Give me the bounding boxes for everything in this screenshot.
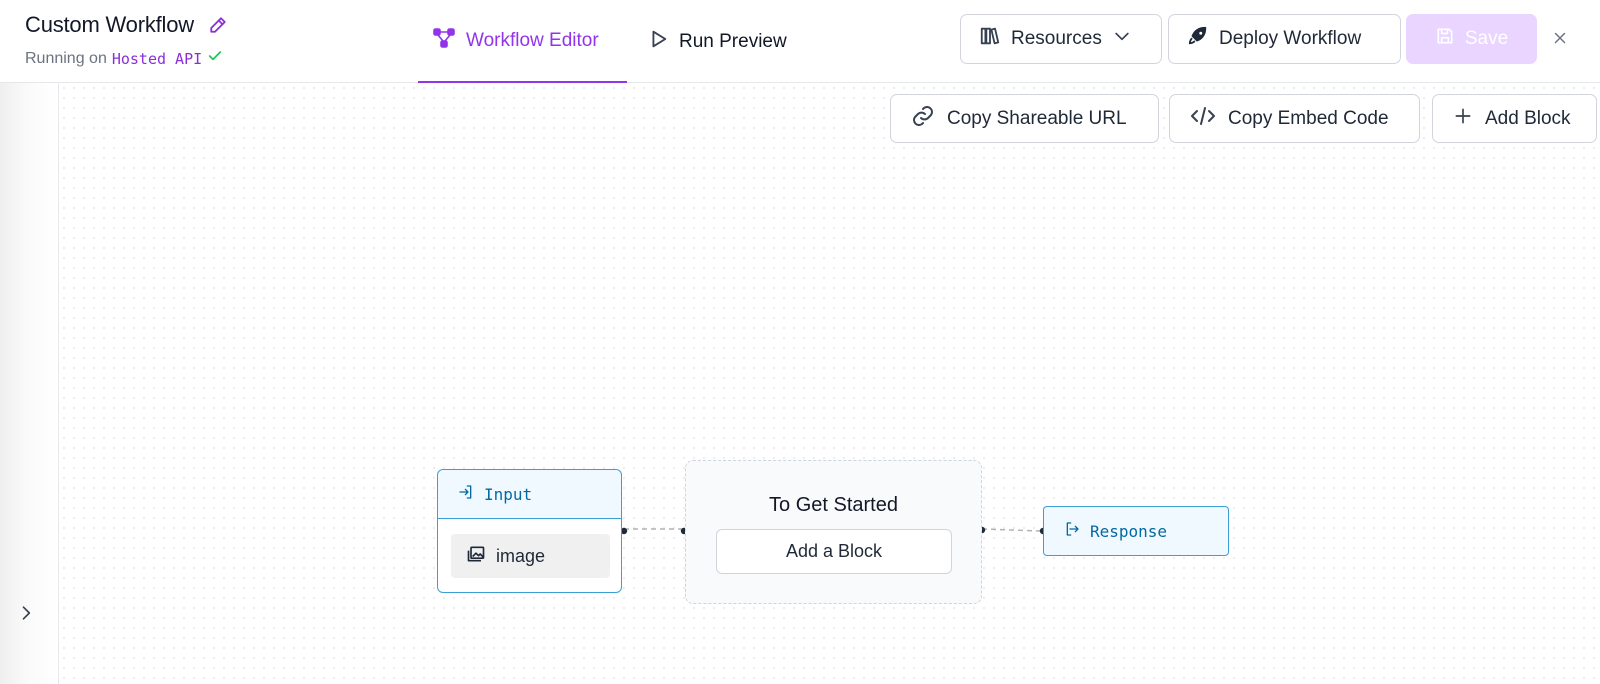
books-icon bbox=[979, 25, 1001, 53]
get-started-title: To Get Started bbox=[769, 494, 898, 516]
chevron-down-icon bbox=[1112, 26, 1132, 52]
chevron-right-icon[interactable] bbox=[14, 601, 38, 625]
workflow-header: Custom Workflow Running on Hosted API bbox=[25, 12, 230, 69]
copy-embed-code-label: Copy Embed Code bbox=[1228, 107, 1389, 129]
login-icon bbox=[458, 484, 474, 505]
add-a-block-button[interactable]: Add a Block bbox=[716, 529, 952, 574]
input-field-image[interactable]: image bbox=[451, 534, 610, 578]
input-node[interactable]: Input image bbox=[437, 469, 622, 593]
add-block-button[interactable]: Add Block bbox=[1432, 94, 1597, 143]
save-button[interactable]: Save bbox=[1406, 14, 1537, 64]
rocket-icon bbox=[1187, 25, 1209, 53]
view-tabs: Workflow Editor Run Preview bbox=[418, 0, 801, 83]
play-icon bbox=[647, 28, 669, 56]
tab-workflow-editor-label: Workflow Editor bbox=[466, 29, 599, 51]
input-node-header: Input bbox=[438, 470, 621, 519]
link-icon bbox=[911, 104, 935, 134]
workflow-icon bbox=[432, 26, 456, 56]
copy-shareable-url-label: Copy Shareable URL bbox=[947, 107, 1127, 129]
add-block-label: Add Block bbox=[1485, 107, 1571, 129]
image-icon bbox=[466, 544, 486, 569]
deploy-workflow-label: Deploy Workflow bbox=[1219, 28, 1362, 49]
resources-label: Resources bbox=[1011, 28, 1102, 49]
pencil-icon[interactable] bbox=[206, 13, 230, 37]
copy-shareable-url-button[interactable]: Copy Shareable URL bbox=[890, 94, 1159, 143]
tab-run-preview[interactable]: Run Preview bbox=[627, 0, 801, 83]
copy-embed-code-button[interactable]: Copy Embed Code bbox=[1169, 94, 1420, 143]
code-icon bbox=[1190, 104, 1216, 134]
tab-workflow-editor[interactable]: Workflow Editor bbox=[418, 0, 627, 83]
running-status: Running on Hosted API bbox=[25, 48, 230, 69]
workflow-title: Custom Workflow bbox=[25, 12, 194, 37]
save-label: Save bbox=[1464, 28, 1509, 49]
running-target: Hosted API bbox=[111, 49, 203, 68]
check-icon bbox=[207, 48, 223, 69]
resources-dropdown[interactable]: Resources bbox=[960, 14, 1162, 64]
response-node[interactable]: Response bbox=[1043, 506, 1229, 556]
close-icon[interactable] bbox=[1548, 26, 1572, 50]
running-prefix: Running on bbox=[25, 49, 107, 67]
response-node-title: Response bbox=[1090, 521, 1168, 541]
floppy-icon bbox=[1435, 26, 1455, 52]
logout-icon bbox=[1064, 521, 1080, 542]
get-started-node: To Get Started Add a Block bbox=[685, 460, 982, 604]
tab-run-preview-label: Run Preview bbox=[679, 30, 787, 52]
input-node-title: Input bbox=[484, 484, 533, 504]
plus-icon bbox=[1453, 106, 1473, 132]
top-bar: Custom Workflow Running on Hosted API Wo… bbox=[0, 0, 1600, 83]
side-panel-collapsed bbox=[0, 83, 59, 684]
input-field-label: image bbox=[496, 545, 546, 566]
deploy-workflow-button[interactable]: Deploy Workflow bbox=[1168, 14, 1401, 64]
